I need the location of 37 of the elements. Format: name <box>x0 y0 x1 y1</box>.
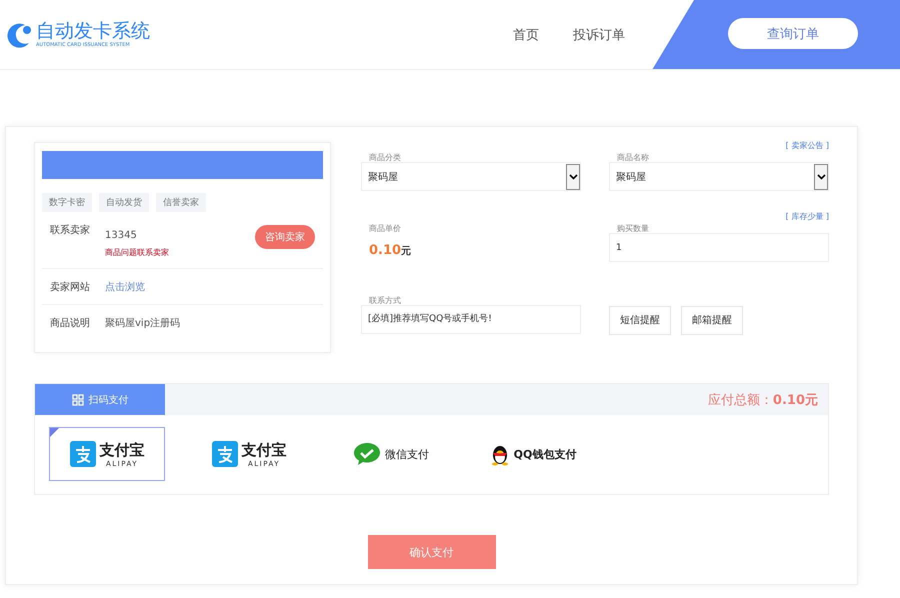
select-field[interactable]: 聚码屋 <box>361 162 581 191</box>
chevron-down-icon <box>816 174 826 180</box>
stock-link[interactable]: [ 库存少量 ] <box>786 211 829 222</box>
browse-link[interactable]: 点击浏览 <box>105 280 145 294</box>
reminder-button[interactable]: 短信提醒 <box>609 306 671 335</box>
row-label: 商品说明 <box>50 316 91 330</box>
selected-corner-mark <box>50 428 59 437</box>
notice-link[interactable]: [ 卖家公告 ] <box>786 140 829 151</box>
query-order-button[interactable]: 查询订单 <box>728 18 858 49</box>
contact-number: 13345 <box>105 230 137 241</box>
contact-field[interactable]: [必填]推荐填写QQ号或手机号! <box>361 304 581 334</box>
chevron-down-icon <box>568 174 578 180</box>
total-amount: 应付总额：0.10元 <box>708 392 818 408</box>
nav-link[interactable]: 投诉订单 <box>573 26 625 44</box>
row-label: 联系卖家 <box>50 224 91 237</box>
unit-price: 0.10元 <box>369 242 412 258</box>
check-bubble-icon <box>353 441 381 467</box>
row-label: 卖家网站 <box>50 280 91 294</box>
field-label: 购买数量 <box>617 223 650 234</box>
field-label: 商品名称 <box>617 152 650 162</box>
logo-icon <box>5 20 33 48</box>
alipay-icon <box>212 441 238 467</box>
feature-tag: 自动发货 <box>99 193 149 212</box>
field-label: 商品单价 <box>369 223 402 234</box>
quantity-field[interactable]: 1 <box>609 233 829 262</box>
qr-code-icon <box>72 394 84 406</box>
select-field[interactable]: 聚码屋 <box>609 162 829 191</box>
logo-title: 自动发卡系统 <box>36 21 150 42</box>
nav-link[interactable]: 首页 <box>513 26 539 44</box>
reminder-button[interactable]: 邮箱提醒 <box>681 306 743 335</box>
contact-note: 商品问题联系卖家 <box>105 247 169 258</box>
field-label: 联系方式 <box>369 294 402 305</box>
field-label: 商品分类 <box>369 152 402 162</box>
feature-tag: 数字卡密 <box>42 193 92 212</box>
description-text: 聚码屋vip注册码 <box>105 316 180 330</box>
alipay-icon <box>70 441 96 467</box>
feature-tag: 信誉卖家 <box>156 193 206 212</box>
